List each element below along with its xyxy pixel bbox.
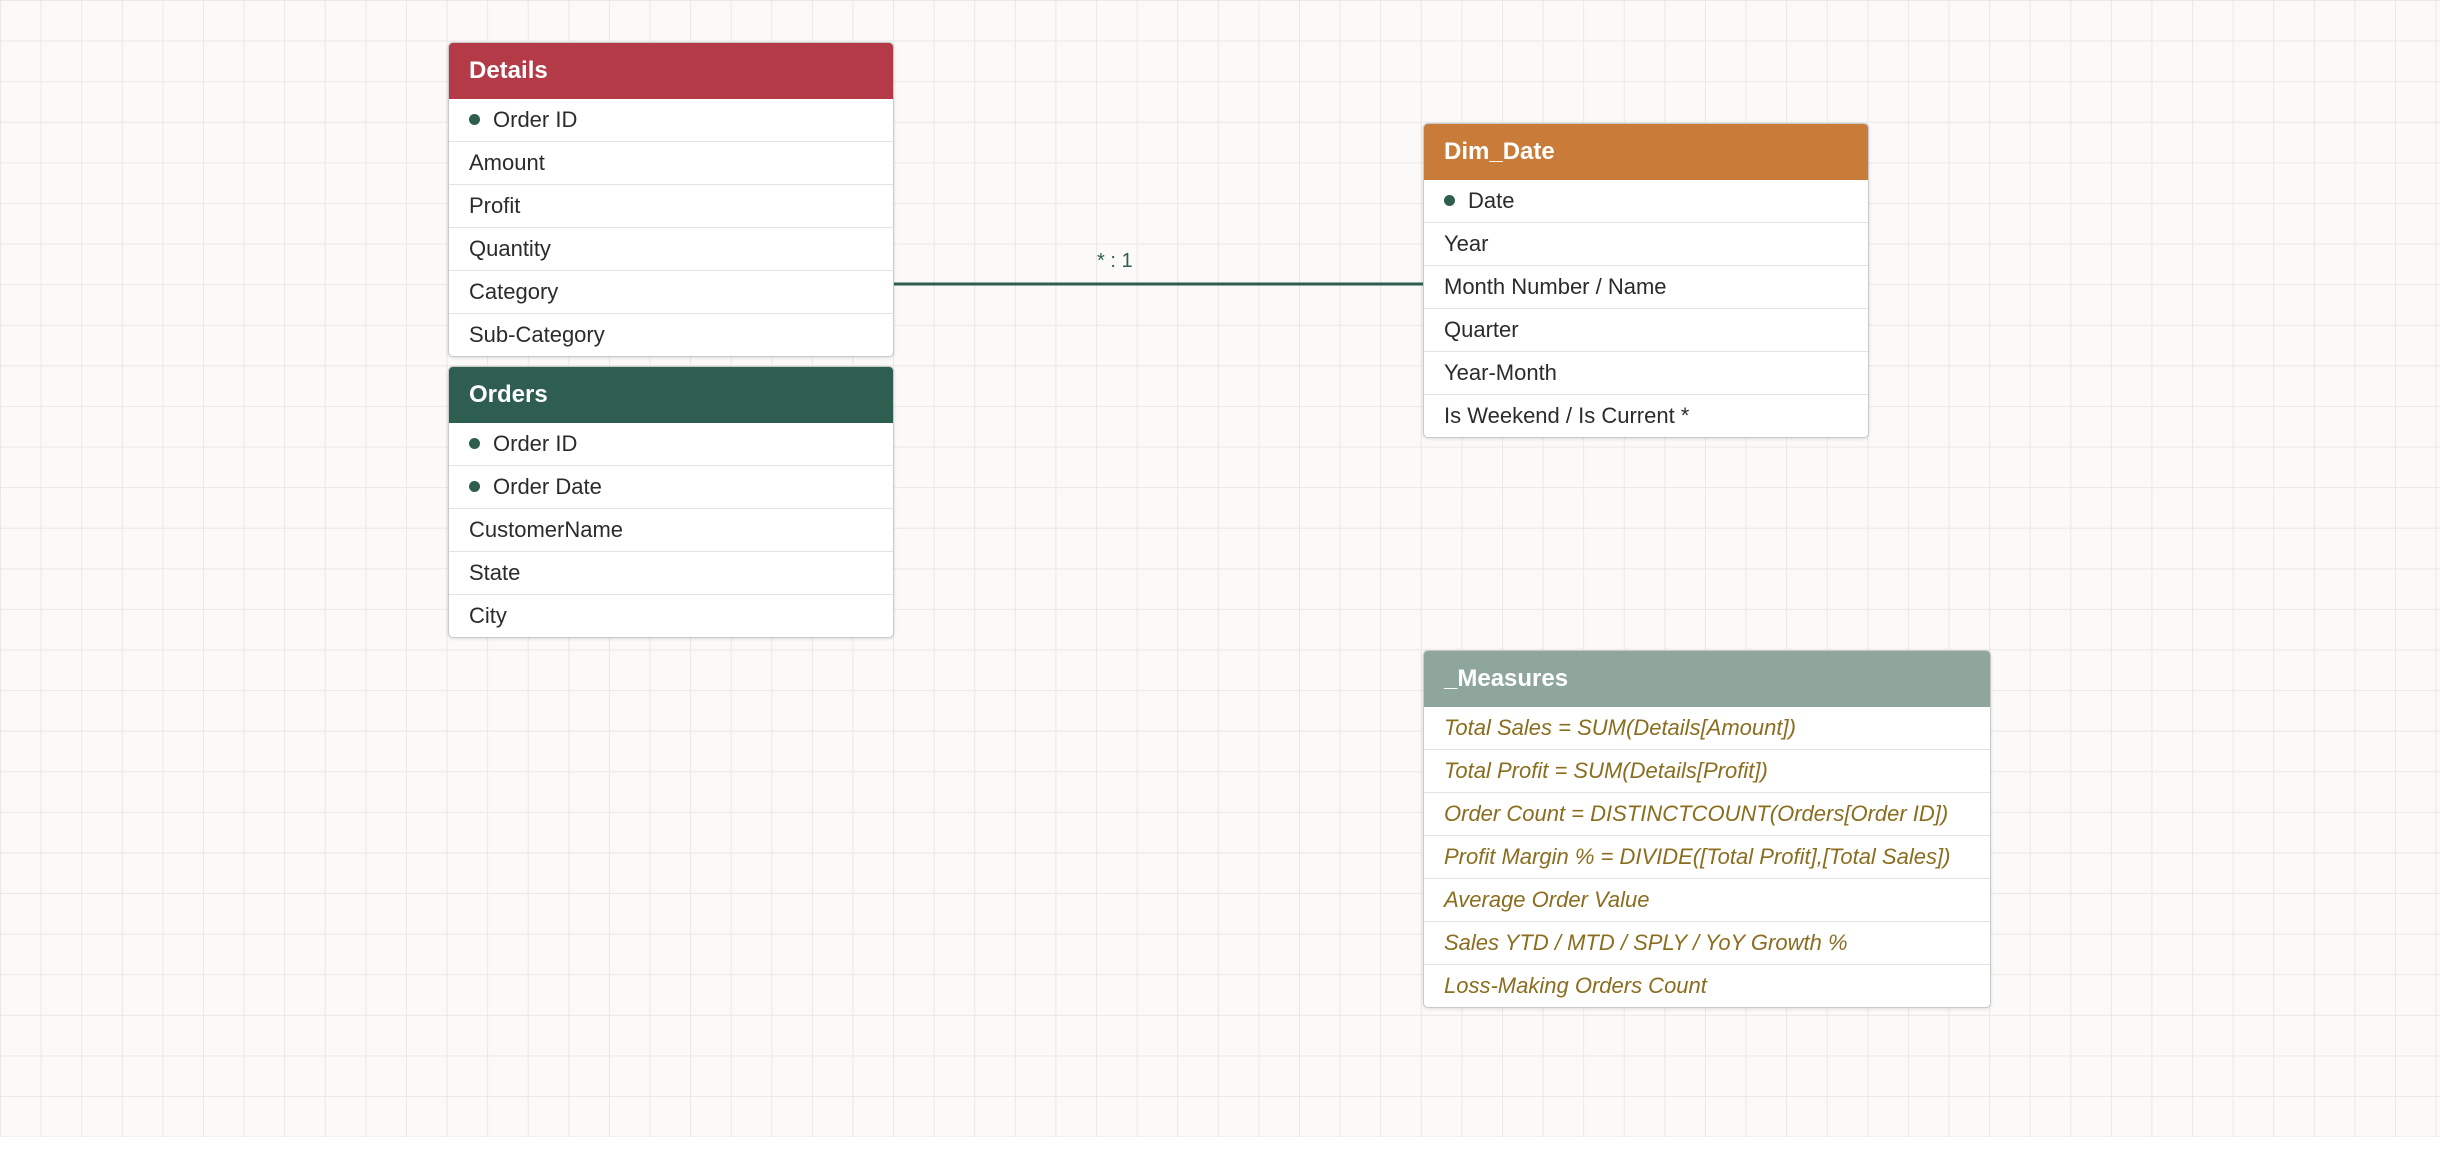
field-row[interactable]: Order Date xyxy=(449,465,893,508)
field-list-measures: Total Sales = SUM(Details[Amount]) Total … xyxy=(1424,707,1990,1007)
table-header-dim-date[interactable]: Dim_Date xyxy=(1424,124,1868,180)
relationship-cardinality-label: * : 1 xyxy=(1097,250,1133,272)
measure-label: Profit Margin % = DIVIDE([Total Profit],… xyxy=(1444,844,1951,869)
measure-label: Total Profit = SUM(Details[Profit]) xyxy=(1444,758,1768,783)
measure-row[interactable]: Total Profit = SUM(Details[Profit]) xyxy=(1424,749,1990,792)
field-list-details: Order ID Amount Profit Quantity Category Sub-… xyxy=(449,99,893,356)
measure-row[interactable]: Total Sales = SUM(Details[Amount]) xyxy=(1424,707,1990,749)
field-label: Order Date xyxy=(493,474,602,499)
field-label: Year-Month xyxy=(1444,360,1557,385)
field-row[interactable]: CustomerName xyxy=(449,508,893,551)
field-row[interactable]: Quarter xyxy=(1424,308,1868,351)
field-row[interactable]: Is Weekend / Is Current * xyxy=(1424,394,1868,437)
field-label: Year xyxy=(1444,231,1489,256)
field-list-dim-date: Date Year Month Number / Name Quarter Year-M… xyxy=(1424,180,1868,437)
measure-label: Order Count = DISTINCTCOUNT(Orders[Order… xyxy=(1444,801,1949,826)
field-row[interactable]: Quantity xyxy=(449,227,893,270)
field-row[interactable]: Year xyxy=(1424,222,1868,265)
key-dot-icon xyxy=(469,113,480,125)
field-label: Quarter xyxy=(1444,317,1519,342)
field-row[interactable]: City xyxy=(449,594,893,637)
field-label: Category xyxy=(469,279,559,304)
field-label: Month Number / Name xyxy=(1444,274,1667,299)
field-label: Quantity xyxy=(469,236,551,261)
field-label: Sub-Category xyxy=(469,322,605,347)
measure-row[interactable]: Order Count = DISTINCTCOUNT(Orders[Order… xyxy=(1424,792,1990,835)
measure-row[interactable]: Loss-Making Orders Count xyxy=(1424,964,1990,1007)
measure-label: Total Sales = SUM(Details[Amount]) xyxy=(1444,715,1796,740)
field-label: Amount xyxy=(469,150,545,175)
field-row[interactable]: Order ID xyxy=(449,423,893,465)
measure-row[interactable]: Profit Margin % = DIVIDE([Total Profit],… xyxy=(1424,835,1990,878)
table-dim-date[interactable]: Dim_Date Date Year Month Number / Name Quar… xyxy=(1423,123,1869,438)
field-label: Date xyxy=(1468,188,1515,213)
field-label: CustomerName xyxy=(469,517,624,542)
field-label: State xyxy=(469,560,521,585)
field-label: Profit xyxy=(469,193,521,218)
field-row[interactable]: Profit xyxy=(449,184,893,227)
field-label: Order ID xyxy=(493,431,578,456)
field-list-orders: Order ID Order Date CustomerName State City xyxy=(449,423,893,637)
table-header-measures[interactable]: _Measures xyxy=(1424,651,1990,707)
key-dot-icon xyxy=(1444,194,1455,206)
field-row[interactable]: Category xyxy=(449,270,893,313)
measure-label: Loss-Making Orders Count xyxy=(1444,973,1707,998)
field-row[interactable]: Sub-Category xyxy=(449,313,893,356)
table-header-orders[interactable]: Orders xyxy=(449,367,893,423)
relationship-layer xyxy=(892,282,1423,286)
field-label: Order ID xyxy=(493,107,578,132)
measure-label: Average Order Value xyxy=(1444,887,1650,912)
table-details[interactable]: Details Order ID Amount Profit Quantity Cate… xyxy=(448,42,894,357)
field-row[interactable]: Year-Month xyxy=(1424,351,1868,394)
field-label: Is Weekend / Is Current * xyxy=(1444,403,1690,428)
measure-row[interactable]: Sales YTD / MTD / SPLY / YoY Growth % xyxy=(1424,921,1990,964)
measure-label: Sales YTD / MTD / SPLY / YoY Growth % xyxy=(1444,930,1848,955)
table-orders[interactable]: Orders Order ID Order Date CustomerName Sta… xyxy=(448,366,894,638)
field-row[interactable]: Date xyxy=(1424,180,1868,222)
measure-row[interactable]: Average Order Value xyxy=(1424,878,1990,921)
field-row[interactable]: Amount xyxy=(449,141,893,184)
table-header-details[interactable]: Details xyxy=(449,43,893,99)
field-row[interactable]: State xyxy=(449,551,893,594)
table-measures[interactable]: _Measures Total Sales = SUM(Details[Amou… xyxy=(1423,650,1991,1008)
field-row[interactable]: Month Number / Name xyxy=(1424,265,1868,308)
key-dot-icon xyxy=(469,437,480,449)
model-canvas[interactable]: * : 1 Details Order ID Amount Profit Quanti… xyxy=(0,0,2440,1137)
field-row[interactable]: Order ID xyxy=(449,99,893,141)
field-label: City xyxy=(469,603,507,628)
key-dot-icon xyxy=(469,480,480,492)
